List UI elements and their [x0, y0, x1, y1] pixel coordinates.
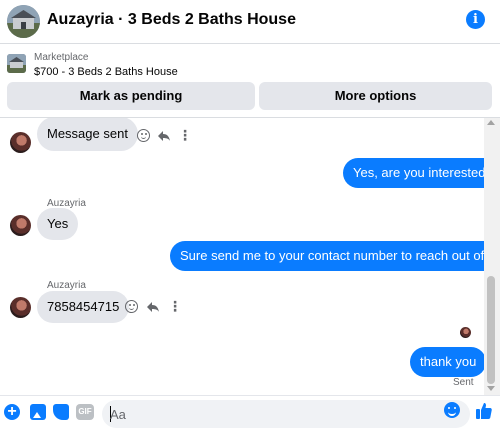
sender-avatar[interactable]	[10, 132, 31, 153]
message-input-container[interactable]	[102, 400, 470, 428]
conversation-title: Auzayria · 3 Beds 2 Baths House	[47, 11, 296, 28]
outgoing-message[interactable]: Sure send me to your contact number to r…	[170, 241, 484, 271]
incoming-message[interactable]: Message sent	[37, 118, 138, 151]
incoming-message[interactable]: Yes	[37, 208, 79, 240]
reply-icon[interactable]	[157, 129, 171, 143]
more-actions-icon[interactable]: ⋮	[178, 128, 192, 143]
scroll-up-arrow-icon[interactable]	[487, 120, 495, 125]
outgoing-message[interactable]: thank you	[410, 347, 484, 377]
marketplace-panel: Marketplace $700 - 3 Beds 2 Baths House …	[0, 45, 500, 120]
react-icon[interactable]	[137, 129, 150, 142]
listing-photo-icon[interactable]	[7, 5, 40, 38]
info-icon[interactable]: i	[466, 10, 485, 29]
message-composer: + GIF	[0, 395, 500, 437]
sender-name: Auzayria	[47, 280, 86, 291]
gif-icon[interactable]: GIF	[76, 404, 94, 420]
sticker-icon[interactable]	[53, 404, 69, 420]
scrollbar-thumb[interactable]	[487, 276, 495, 384]
marketplace-label: Marketplace	[34, 52, 89, 63]
react-icon[interactable]	[125, 300, 138, 313]
mark-as-pending-button[interactable]: Mark as pending	[7, 82, 255, 110]
listing-thumbnail-icon[interactable]	[7, 54, 26, 73]
chat-header: Auzayria · 3 Beds 2 Baths House i	[0, 0, 500, 44]
emoji-icon[interactable]	[444, 402, 460, 418]
plus-icon[interactable]: +	[4, 404, 20, 420]
outgoing-message[interactable]: Yes, are you interested?	[343, 158, 484, 188]
reply-icon[interactable]	[146, 300, 160, 314]
listing-price-title[interactable]: $700 - 3 Beds 2 Baths House	[34, 66, 178, 78]
sender-avatar[interactable]	[10, 297, 31, 318]
scroll-down-arrow-icon[interactable]	[487, 386, 495, 391]
incoming-message[interactable]: 7858454715	[37, 291, 130, 323]
like-icon[interactable]	[476, 402, 492, 420]
more-options-button[interactable]: More options	[259, 82, 492, 110]
seen-avatar-icon	[460, 327, 471, 338]
message-input[interactable]	[110, 404, 430, 424]
message-list[interactable]: Message sent ⋮ Yes, are you interested? …	[0, 118, 484, 395]
sender-avatar[interactable]	[10, 215, 31, 236]
message-status: Sent	[453, 377, 474, 388]
more-actions-icon[interactable]: ⋮	[168, 299, 182, 314]
photo-icon[interactable]	[30, 404, 46, 420]
